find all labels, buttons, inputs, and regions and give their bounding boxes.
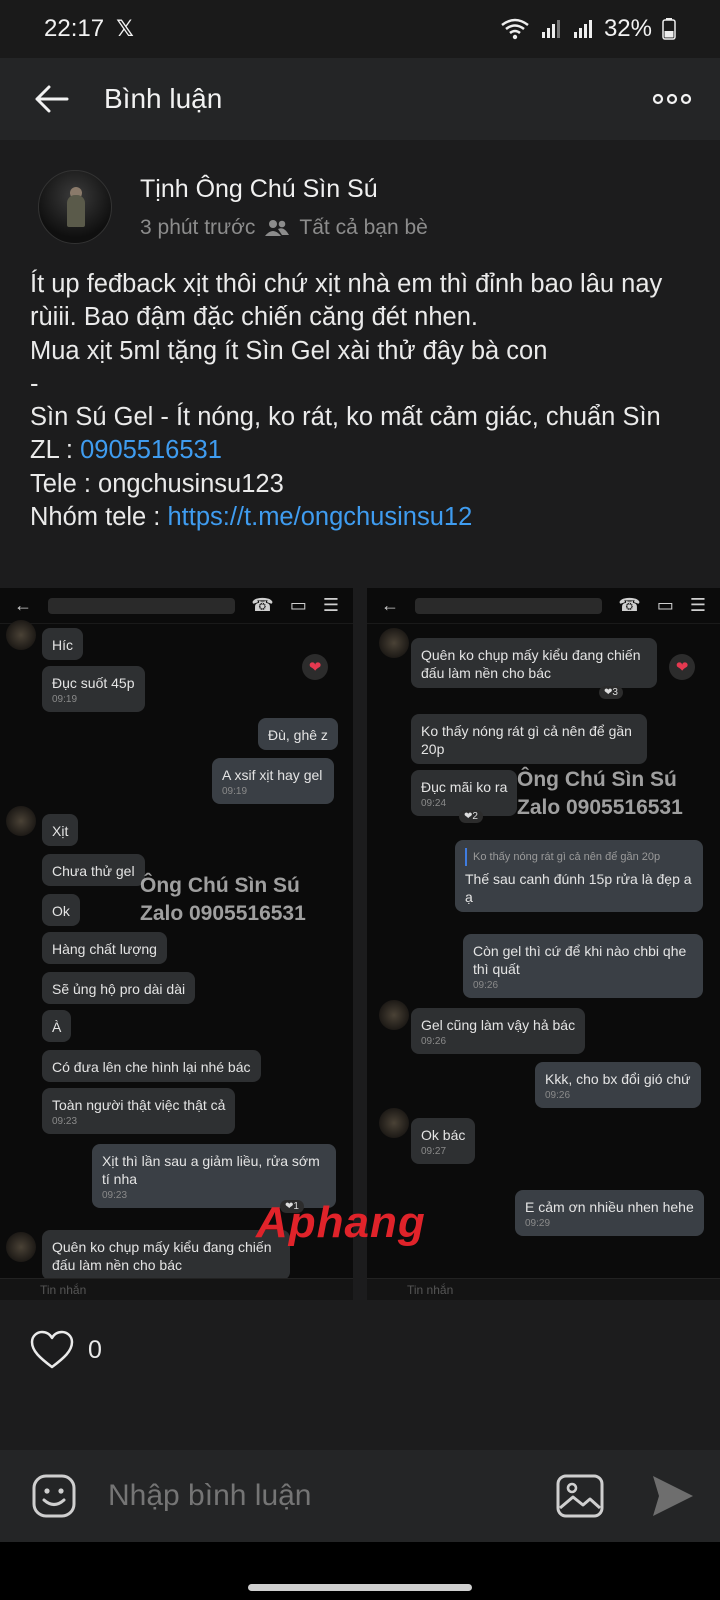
chat-message: E cảm ơn nhiều nhen hehe 09:29 xyxy=(515,1190,704,1236)
wifi-icon xyxy=(501,18,529,40)
image-icon xyxy=(556,1474,604,1518)
chat-input-placeholder: Tin nhắn xyxy=(40,1283,87,1297)
sticker-icon xyxy=(32,1474,76,1518)
tele-label: Tele : xyxy=(30,469,99,498)
post-line: Tele : ongchusinsu123 xyxy=(30,468,690,501)
post-image[interactable]: ← ☎ ▭ ☰ Híc Đục suốt 45p 09:19 ❤ Đù, ghê z … xyxy=(0,588,720,1300)
like-count: 0 xyxy=(88,1335,102,1364)
brand-watermark: Aphang xyxy=(256,1198,426,1247)
heart-icon: ❤ xyxy=(302,654,328,680)
signal-icon xyxy=(573,20,592,38)
x-app-icon: 𝕏 xyxy=(116,16,134,41)
chat-message: Xịt xyxy=(42,814,79,846)
post-time: 3 phút trước xyxy=(140,215,256,239)
menu-icon: ☰ xyxy=(689,595,706,615)
chat-message: Toàn người thật việc thật cả 09:23 xyxy=(42,1088,236,1134)
image-button[interactable] xyxy=(552,1468,608,1524)
author-name[interactable]: Tịnh Ông Chú Sìn Sú xyxy=(140,175,428,204)
chat-screenshot-left: ← ☎ ▭ ☰ Híc Đục suốt 45p 09:19 ❤ Đù, ghê z … xyxy=(0,588,353,1300)
watermark: Ông Chú Sìn Sú Zalo 0905516531 xyxy=(517,768,683,819)
status-time: 22:17 xyxy=(44,15,105,42)
chat-message: Chưa thử gel xyxy=(42,854,145,886)
app-header: Bình luận xyxy=(0,58,720,140)
post-author-row: Tịnh Ông Chú Sìn Sú 3 phút trước Tất cả … xyxy=(38,170,428,244)
chat-message: Có đưa lên che hình lại nhé bác xyxy=(42,1050,261,1082)
like-row: 0 xyxy=(30,1330,102,1370)
chat-message: Hàng chất lượng xyxy=(42,932,167,964)
back-button[interactable] xyxy=(24,71,80,127)
post: Tịnh Ông Chú Sìn Sú 3 phút trước Tất cả … xyxy=(0,140,720,1480)
video-icon: ▭ xyxy=(289,595,307,615)
chat-message: Quên ko chụp mấy kiểu đang chiến đấu làm… xyxy=(411,638,657,688)
home-indicator[interactable] xyxy=(248,1584,472,1591)
post-line: ZL : 0905516531 xyxy=(30,434,690,467)
post-line: Nhóm tele : https://t.me/ongchusinsu12 xyxy=(30,501,690,534)
chat-message: Sẽ ủng hộ pro dài dài xyxy=(42,972,196,1004)
post-line: Ít up feđback xịt thôi chứ xịt nhà em th… xyxy=(30,270,663,332)
chat-message: Đù, ghê z xyxy=(258,718,338,750)
battery-percent: 32% xyxy=(603,15,652,42)
chat-message: Kkk, cho bx đổi gió chứ 09:26 xyxy=(535,1062,701,1108)
send-icon xyxy=(653,1476,693,1516)
status-bar: 22:17 𝕏 32% xyxy=(0,0,720,58)
chat-message: Híc xyxy=(42,628,83,660)
post-line: Mua xịt 5ml tặng ít Sìn Gel xài thử đây … xyxy=(30,336,548,365)
back-arrow-icon: ← xyxy=(14,595,32,615)
chat-input-placeholder: Tin nhắn xyxy=(407,1283,454,1297)
chat-message: Quên ko chụp mấy kiểu đang chiến đấu làm… xyxy=(42,1230,290,1280)
sticker-button[interactable] xyxy=(30,1472,78,1520)
post-line: - xyxy=(30,369,39,398)
chat-message: Ko thấy nóng rát gì cả nên để gần 20p Th… xyxy=(455,840,703,912)
video-icon: ▭ xyxy=(656,595,674,615)
post-line: Sìn Sú Gel - Ít nóng, ko rát, ko mất cảm… xyxy=(30,403,661,432)
battery-icon xyxy=(662,18,676,40)
phone-link[interactable]: 0905516531 xyxy=(80,436,222,464)
friends-icon xyxy=(265,219,290,236)
comment-input[interactable] xyxy=(108,1479,552,1513)
back-arrow-icon xyxy=(35,85,69,113)
phone-icon: ☎ xyxy=(251,595,274,615)
more-options-button[interactable] xyxy=(644,71,700,127)
reaction-count: ❤2 xyxy=(459,810,483,823)
signal-icon xyxy=(541,20,560,38)
chat-message: Ko thấy nóng rát gì cả nên để gần 20p xyxy=(411,714,647,764)
chat-message: Đục suốt 45p 09:19 xyxy=(42,666,145,712)
comment-bar xyxy=(0,1450,720,1542)
chat-message: Ok bác 09:27 xyxy=(411,1118,476,1164)
navigation-bar xyxy=(0,1548,720,1600)
audience-label: Tất cả bạn bè xyxy=(299,215,428,239)
chat-message: Còn gel thì cứ để khi nào chbi qhe thì q… xyxy=(463,934,703,998)
chat-message: À xyxy=(42,1010,72,1042)
chat-screenshot-right: ← ☎ ▭ ☰ Quên ko chụp mấy kiểu đang chiến đ… xyxy=(367,588,720,1300)
reaction-count: ❤3 xyxy=(599,686,623,699)
post-text: Ít up feđback xịt thôi chứ xịt nhà em th… xyxy=(30,268,690,534)
watermark: Ông Chú Sìn Sú Zalo 0905516531 xyxy=(140,874,306,925)
heart-icon[interactable] xyxy=(30,1330,74,1370)
chat-message: Gel cũng làm vậy hả bác 09:26 xyxy=(411,1008,586,1054)
menu-icon: ☰ xyxy=(322,595,339,615)
telegram-link[interactable]: https://t.me/ongchusinsu12 xyxy=(167,503,472,531)
back-arrow-icon: ← xyxy=(381,595,399,615)
avatar[interactable] xyxy=(38,170,112,244)
chat-message: A xsif xịt hay gel 09:19 xyxy=(212,758,334,804)
more-icon xyxy=(652,93,692,105)
heart-icon: ❤ xyxy=(669,654,695,680)
phone-icon: ☎ xyxy=(618,595,641,615)
chat-message: Ok xyxy=(42,894,80,926)
send-button[interactable] xyxy=(644,1468,700,1524)
page-title: Bình luận xyxy=(104,83,223,114)
group-label: Nhóm tele : xyxy=(30,503,168,532)
zl-label: ZL : xyxy=(30,436,81,465)
tele-value: ongchusinsu123 xyxy=(98,469,284,498)
